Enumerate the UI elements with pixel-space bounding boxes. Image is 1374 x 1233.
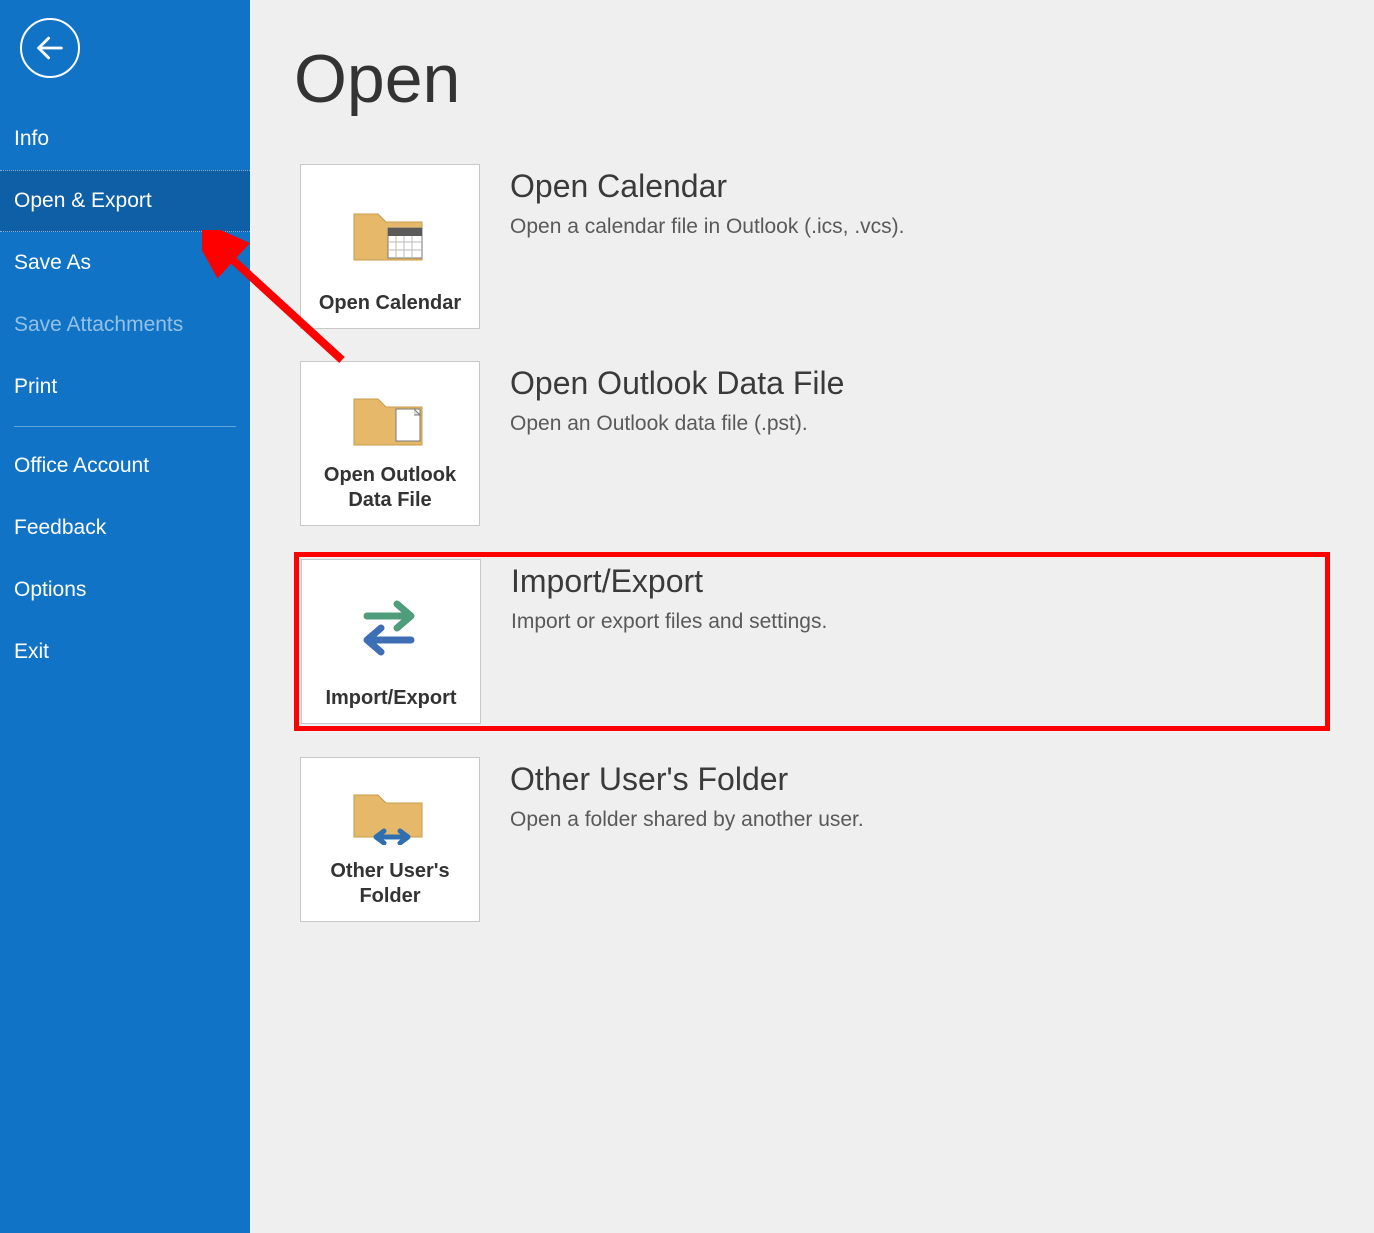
action-title: Import/Export — [511, 563, 827, 600]
sidebar-item-options[interactable]: Options — [0, 559, 250, 621]
shared-folder-icon — [309, 768, 471, 859]
back-button[interactable] — [20, 18, 80, 78]
tile-label: Open Calendar — [319, 291, 461, 316]
other-users-folder-button[interactable]: Other User's Folder — [300, 757, 480, 922]
back-arrow-icon — [33, 31, 67, 65]
sidebar-item-open-export[interactable]: Open & Export — [0, 170, 250, 232]
action-title: Open Calendar — [510, 168, 905, 205]
sidebar-item-label: Print — [14, 375, 57, 398]
sidebar-item-exit[interactable]: Exit — [0, 621, 250, 683]
sidebar-item-label: Options — [14, 578, 86, 601]
open-data-file-icon — [309, 372, 471, 463]
sidebar-item-info[interactable]: Info — [0, 108, 250, 170]
sidebar-item-label: Save As — [14, 251, 91, 274]
action-title: Other User's Folder — [510, 761, 864, 798]
import-export-button[interactable]: Import/Export — [301, 559, 481, 724]
sidebar-item-label: Save Attachments — [14, 313, 183, 336]
sidebar-item-label: Exit — [14, 640, 49, 663]
action-description: Open an Outlook data file (.pst). — [510, 412, 844, 436]
main-panel: Open Open Calendar Open Calendar Open a — [250, 0, 1374, 1233]
import-export-icon — [310, 570, 472, 686]
action-description: Open a folder shared by another user. — [510, 808, 864, 832]
action-description: Import or export files and settings. — [511, 610, 827, 634]
sidebar-item-label: Feedback — [14, 516, 106, 539]
tile-label: Open Outlook Data File — [309, 463, 471, 513]
sidebar-item-print[interactable]: Print — [0, 356, 250, 418]
sidebar-item-feedback[interactable]: Feedback — [0, 497, 250, 559]
open-calendar-icon — [309, 175, 471, 291]
sidebar-item-office-account[interactable]: Office Account — [0, 435, 250, 497]
tile-label: Other User's Folder — [309, 859, 471, 909]
sidebar-item-save-attachments: Save Attachments — [0, 294, 250, 356]
page-title: Open — [294, 40, 1330, 118]
action-row-open-calendar: Open Calendar Open Calendar Open a calen… — [294, 158, 1330, 335]
sidebar: Info Open & Export Save As Save Attachme… — [0, 0, 250, 1233]
action-row-other-users-folder: Other User's Folder Other User's Folder … — [294, 751, 1330, 928]
sidebar-item-label: Open & Export — [14, 189, 152, 212]
sidebar-item-label: Office Account — [14, 454, 149, 477]
sidebar-separator — [14, 426, 236, 427]
action-row-import-export: Import/Export Import/Export Import or ex… — [294, 552, 1330, 731]
sidebar-item-save-as[interactable]: Save As — [0, 232, 250, 294]
action-title: Open Outlook Data File — [510, 365, 844, 402]
action-description: Open a calendar file in Outlook (.ics, .… — [510, 215, 905, 239]
open-outlook-data-file-button[interactable]: Open Outlook Data File — [300, 361, 480, 526]
action-row-open-data-file: Open Outlook Data File Open Outlook Data… — [294, 355, 1330, 532]
sidebar-item-label: Info — [14, 127, 49, 150]
tile-label: Import/Export — [325, 686, 456, 711]
open-calendar-button[interactable]: Open Calendar — [300, 164, 480, 329]
